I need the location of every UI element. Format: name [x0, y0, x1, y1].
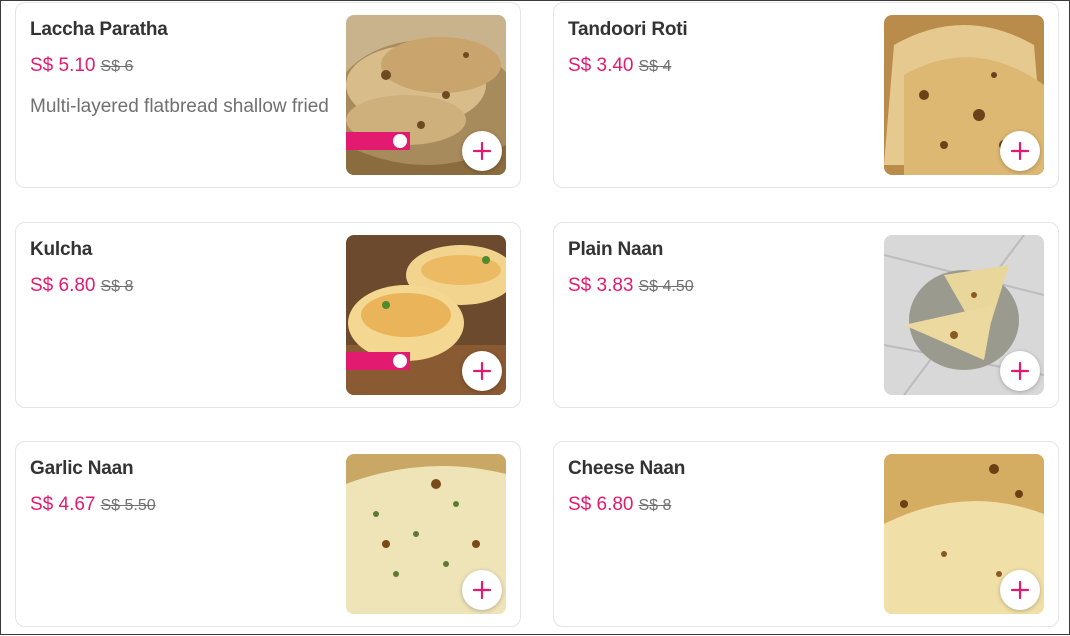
plus-icon [1010, 361, 1030, 381]
add-to-cart-button[interactable] [462, 570, 502, 610]
menu-item-card[interactable]: Plain Naan S$ 3.83 S$ 4.50 [553, 222, 1059, 408]
item-original-price: S$ 5.50 [100, 497, 156, 514]
item-photo[interactable] [346, 15, 506, 175]
item-description: Multi-layered flatbread shallow fried [30, 96, 329, 117]
item-price: S$ 3.40 [568, 55, 634, 76]
promo-badge [346, 352, 410, 370]
item-name: Plain Naan [568, 239, 664, 260]
item-photo[interactable] [346, 235, 506, 395]
item-photo[interactable] [884, 454, 1044, 614]
item-price: S$ 6.80 [568, 494, 634, 515]
item-name: Garlic Naan [30, 458, 134, 479]
plus-icon [472, 580, 492, 600]
item-photo[interactable] [884, 235, 1044, 395]
menu-item-card[interactable]: Garlic Naan S$ 4.67 S$ 5.50 [15, 441, 521, 627]
item-price: S$ 3.83 [568, 275, 634, 296]
menu-item-card[interactable]: Laccha Paratha S$ 5.10 S$ 6 Multi-layered… [15, 2, 521, 188]
item-original-price: S$ 4.50 [638, 278, 694, 295]
item-name: Laccha Paratha [30, 19, 168, 40]
plus-icon [472, 141, 492, 161]
add-to-cart-button[interactable] [1000, 351, 1040, 391]
item-prices: S$ 6.80 S$ 8 [568, 494, 671, 516]
item-price: S$ 5.10 [30, 55, 96, 76]
item-photo[interactable] [346, 454, 506, 614]
menu-item-card[interactable]: Kulcha S$ 6.80 S$ 8 [15, 222, 521, 408]
item-original-price: S$ 4 [638, 58, 672, 75]
add-to-cart-button[interactable] [462, 131, 502, 171]
add-to-cart-button[interactable] [462, 351, 502, 391]
item-photo[interactable] [884, 15, 1044, 175]
menu-item-card[interactable]: Cheese Naan S$ 6.80 S$ 8 [553, 441, 1059, 627]
item-price: S$ 6.80 [30, 275, 96, 296]
promo-badge [346, 132, 410, 150]
plus-icon [1010, 141, 1030, 161]
item-original-price: S$ 8 [638, 497, 672, 514]
menu-item-card[interactable]: Tandoori Roti S$ 3.40 S$ 4 [553, 2, 1059, 188]
item-name: Kulcha [30, 239, 93, 260]
item-name: Tandoori Roti [568, 19, 688, 40]
item-prices: S$ 5.10 S$ 6 [30, 55, 133, 77]
add-to-cart-button[interactable] [1000, 131, 1040, 171]
plus-icon [472, 361, 492, 381]
item-prices: S$ 3.40 S$ 4 [568, 55, 671, 77]
item-prices: S$ 4.67 S$ 5.50 [30, 494, 156, 516]
menu-grid: Laccha Paratha S$ 5.10 S$ 6 Multi-layered… [1, 1, 1070, 636]
add-to-cart-button[interactable] [1000, 570, 1040, 610]
item-name: Cheese Naan [568, 458, 686, 479]
plus-icon [1010, 580, 1030, 600]
item-price: S$ 4.67 [30, 494, 96, 515]
item-prices: S$ 6.80 S$ 8 [30, 275, 133, 297]
item-prices: S$ 3.83 S$ 4.50 [568, 275, 694, 297]
item-original-price: S$ 6 [100, 58, 134, 75]
item-original-price: S$ 8 [100, 278, 134, 295]
